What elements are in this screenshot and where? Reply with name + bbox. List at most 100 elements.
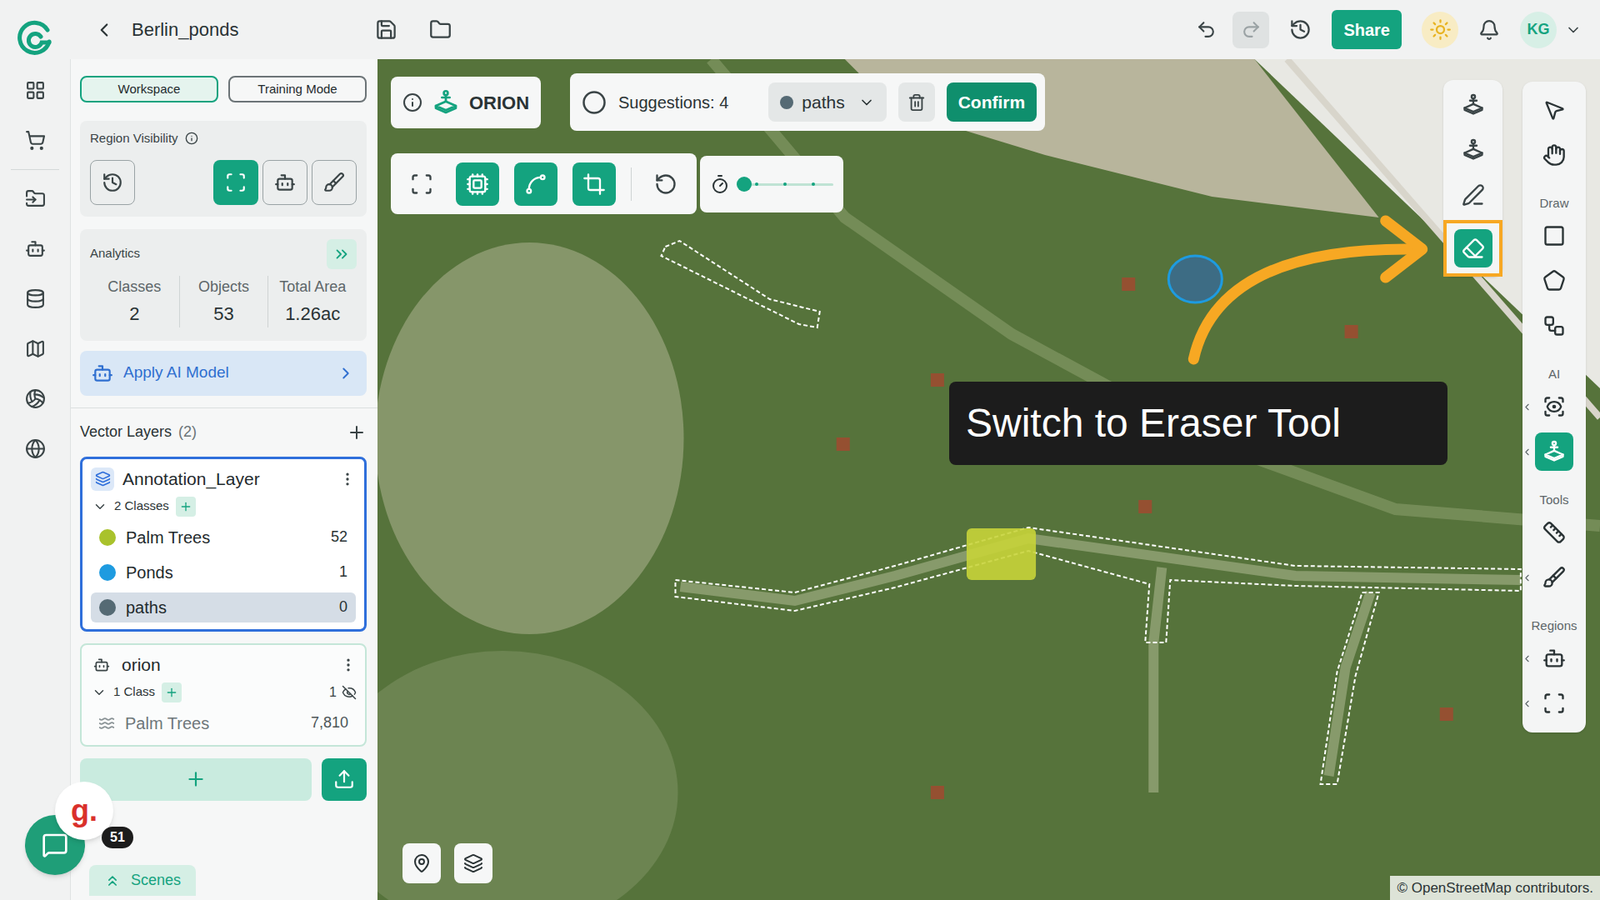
slider-knob[interactable]	[736, 176, 752, 192]
history-button[interactable]	[1289, 18, 1312, 41]
map-canvas[interactable]: ORIONSuggestions: 4pathsConfirmDrawAIToo…	[377, 59, 1600, 900]
user-avatar: KG	[1520, 11, 1557, 49]
class-count: 52	[330, 525, 348, 549]
toolbar-button[interactable]	[1535, 639, 1574, 678]
layer-name: orion	[121, 651, 161, 679]
scenes-button[interactable]: Scenes	[89, 865, 196, 896]
toolbar-button[interactable]	[1535, 387, 1574, 426]
notification-badge: 51	[101, 826, 134, 849]
tool-button[interactable]	[572, 162, 616, 206]
reset-icon	[654, 172, 678, 196]
vector-layers-count: (2)	[178, 420, 197, 444]
toolbar-button[interactable]	[1535, 513, 1574, 552]
chevron-down-icon	[1565, 21, 1582, 39]
layer-menu-button[interactable]	[340, 656, 357, 674]
rail-button[interactable]	[25, 338, 46, 360]
toolbar-button[interactable]	[1535, 684, 1574, 723]
user-menu[interactable]: KG	[1520, 11, 1582, 49]
rail-button[interactable]	[25, 288, 46, 310]
robot-icon	[25, 238, 46, 260]
orion-logo-icon	[432, 89, 460, 116]
add-layer-button[interactable]	[346, 422, 367, 443]
toolbar-button[interactable]	[1535, 90, 1574, 130]
class-row[interactable]: paths0	[90, 592, 356, 623]
rect-icon	[1542, 224, 1566, 248]
rail-button[interactable]	[25, 238, 46, 260]
quick-tool-button[interactable]	[1453, 175, 1494, 215]
orion-icon	[1542, 440, 1566, 464]
robot-icon	[1542, 646, 1566, 670]
region-visibility-button[interactable]	[311, 160, 357, 205]
upload-button[interactable]	[321, 758, 367, 801]
toolbar-button[interactable]	[1535, 306, 1574, 345]
toolbar-button[interactable]	[1535, 432, 1574, 471]
tool-button[interactable]	[646, 162, 685, 206]
region-visibility-button[interactable]	[213, 160, 259, 205]
back-button[interactable]	[93, 19, 115, 41]
toolbar-button[interactable]	[1535, 261, 1574, 300]
add-class-button[interactable]	[175, 496, 196, 517]
quick-toolbar	[1443, 80, 1503, 277]
select-icon	[1542, 98, 1566, 122]
class-row[interactable]: Ponds1	[90, 557, 356, 588]
rail-divider	[10, 169, 60, 170]
kebab-icon	[340, 656, 357, 674]
main-toolbar: DrawAIToolsRegions	[1522, 81, 1586, 733]
region-visibility-button[interactable]	[262, 160, 308, 205]
quick-tool-button[interactable]	[1453, 85, 1494, 125]
expand-analytics-button[interactable]	[326, 239, 357, 270]
polygon-outline-icon	[581, 90, 607, 115]
rail-button[interactable]	[25, 130, 46, 151]
theme-button[interactable]	[1421, 11, 1459, 49]
toolbar-section-label: Tools	[1539, 477, 1569, 507]
sun-icon	[1429, 18, 1452, 41]
layer-card[interactable]: Annotation_Layer2 ClassesPalm Trees52Pon…	[80, 456, 367, 632]
submenu-chevron-icon	[1521, 446, 1533, 458]
ai-detect-icon	[1542, 395, 1566, 419]
class-select[interactable]: paths	[768, 82, 886, 122]
confirm-button[interactable]: Confirm	[946, 82, 1038, 122]
tool-button[interactable]	[514, 162, 558, 206]
layer-card[interactable]: orion1 Class1Palm Trees7,810	[80, 643, 367, 747]
folder-button[interactable]	[429, 18, 452, 41]
delete-button[interactable]	[898, 82, 935, 122]
add-class-button[interactable]	[161, 682, 182, 703]
logo-icon[interactable]	[15, 20, 55, 59]
basemap-button[interactable]	[454, 843, 493, 884]
quick-tool-button[interactable]	[1453, 130, 1494, 170]
notifications-button[interactable]	[1478, 19, 1500, 41]
slider-track[interactable]	[736, 175, 834, 193]
threshold-slider[interactable]	[700, 155, 844, 213]
save-button[interactable]	[375, 18, 398, 41]
tool-button[interactable]	[455, 162, 500, 206]
class-row[interactable]: Palm Trees52	[90, 522, 356, 553]
share-button[interactable]: Share	[1331, 10, 1402, 50]
redo-button[interactable]	[1232, 11, 1270, 49]
mode-tab[interactable]: Training Mode	[228, 75, 367, 103]
rail-button[interactable]	[25, 188, 46, 210]
undo-button[interactable]	[1187, 11, 1225, 49]
rail-button[interactable]	[25, 80, 46, 101]
rail-button[interactable]	[25, 388, 46, 410]
layer-menu-button[interactable]	[339, 470, 356, 488]
app-root: Berlin_pondsShareKGWorkspaceTraining Mod…	[0, 0, 1600, 900]
rail-button[interactable]	[25, 438, 46, 460]
class-row[interactable]: Palm Trees7,810	[90, 708, 357, 739]
map-attribution: © OpenStreetMap contributors.	[1390, 875, 1600, 900]
locate-button[interactable]	[402, 843, 441, 884]
layers-icon	[463, 853, 484, 874]
mode-tab[interactable]: Workspace	[80, 75, 219, 103]
info-icon	[402, 92, 423, 113]
apply-ai-model-button[interactable]: Apply AI Model	[80, 350, 367, 396]
region-visibility-button[interactable]	[90, 160, 135, 205]
full-icon	[225, 171, 247, 194]
tool-button[interactable]	[402, 162, 441, 206]
analytics-stat: Classes2	[90, 275, 180, 328]
plus-icon	[165, 685, 179, 700]
add-vector-layer-button[interactable]	[80, 758, 312, 801]
toolbar-button[interactable]	[1535, 558, 1574, 597]
toolbar-button[interactable]	[1535, 135, 1574, 175]
quick-tool-button[interactable]	[1454, 229, 1493, 268]
region-visibility-label: Region Visibility	[90, 129, 179, 149]
toolbar-button[interactable]	[1535, 216, 1574, 255]
